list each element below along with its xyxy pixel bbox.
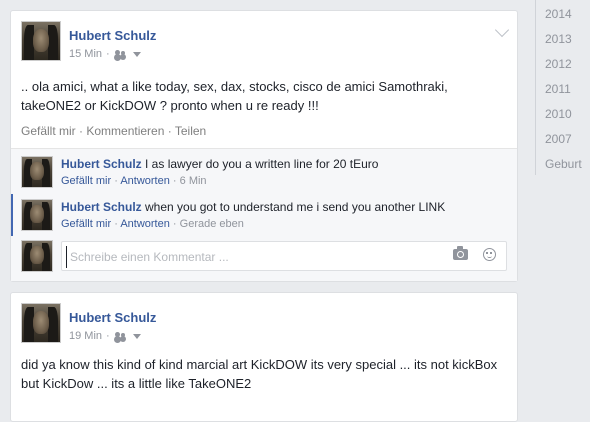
comment-actions: Gefällt mir · Antworten · 6 Min [61, 175, 207, 187]
comment-input[interactable] [66, 246, 432, 268]
author-avatar[interactable] [21, 303, 61, 343]
comment-like-link[interactable]: Gefällt mir [61, 175, 111, 187]
chevron-down-icon[interactable] [132, 51, 141, 57]
year-link[interactable]: 2013 [545, 32, 572, 46]
emoji-icon[interactable] [483, 248, 496, 261]
comment-actions: Gefällt mir · Antworten · Gerade eben [61, 218, 244, 230]
year-link[interactable]: 2011 [545, 82, 571, 96]
year-link[interactable]: 2007 [545, 132, 572, 146]
post-timestamp[interactable]: 15 Min [69, 48, 102, 60]
current-user-avatar [21, 240, 53, 272]
friends-icon[interactable] [114, 49, 127, 59]
friends-icon[interactable] [114, 331, 127, 341]
comment-input-container[interactable] [61, 241, 507, 271]
year-link[interactable]: 2010 [545, 107, 572, 121]
post-text: .. ola amici, what a like today, sex, da… [21, 79, 448, 113]
comment-section: Hubert Schulz I as lawyer do you a writt… [11, 148, 517, 281]
like-link[interactable]: Gefällt mir [21, 124, 76, 138]
year-link[interactable]: 2014 [545, 7, 572, 21]
comment-time[interactable]: Gerade eben [180, 218, 244, 230]
author-name[interactable]: Hubert Schulz [69, 310, 156, 325]
comment-like-link[interactable]: Gefällt mir [61, 218, 111, 230]
post-meta: 19 Min · [69, 330, 141, 342]
chevron-down-icon[interactable] [132, 333, 141, 339]
comment-avatar[interactable] [21, 156, 53, 188]
comment-avatar[interactable] [21, 199, 53, 231]
post-timestamp[interactable]: 19 Min [69, 330, 102, 342]
year-link[interactable]: 2012 [545, 57, 572, 71]
comment-reply-link[interactable]: Antworten [120, 218, 170, 230]
comment-link[interactable]: Kommentieren [86, 124, 164, 138]
camera-icon[interactable] [453, 246, 468, 260]
comment-text: I as lawyer do you a written line for 20… [145, 157, 379, 171]
new-comment-indicator [11, 194, 13, 236]
comment-text: when you got to understand me i send you… [145, 200, 446, 214]
comment-author[interactable]: Hubert Schulz [61, 157, 142, 171]
comment-time[interactable]: 6 Min [180, 175, 207, 187]
post-meta: 15 Min · [69, 48, 141, 60]
comment-reply-link[interactable]: Antworten [120, 175, 170, 187]
share-link[interactable]: Teilen [175, 124, 206, 138]
timeline-year-nav: 2014 2013 2012 2011 2010 2007 Geburt [535, 0, 586, 175]
comment-author[interactable]: Hubert Schulz [61, 200, 142, 214]
year-link[interactable]: Geburt [545, 157, 582, 171]
post-text: did ya know this kind of kind marcial ar… [21, 357, 498, 391]
author-name[interactable]: Hubert Schulz [69, 28, 156, 43]
post-actions: Gefällt mir · Kommentieren · Teilen [21, 124, 207, 138]
comment-body: Hubert Schulz when you got to understand… [61, 200, 445, 214]
author-avatar[interactable] [21, 21, 61, 61]
comment-body: Hubert Schulz I as lawyer do you a writt… [61, 157, 378, 171]
comment-composer [21, 239, 507, 273]
post-card: Hubert Schulz 15 Min · .. ola amici, wha… [10, 10, 518, 282]
post-options-chevron-icon[interactable] [494, 22, 510, 38]
